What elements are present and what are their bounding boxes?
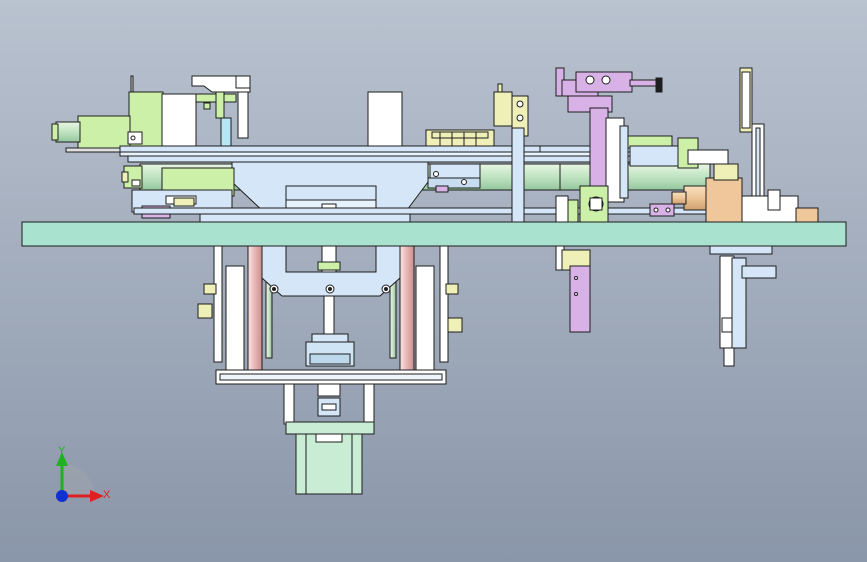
y-axis-label: Y <box>58 445 66 457</box>
assembly-drawing: Y X <box>0 0 867 562</box>
z-axis-dot <box>56 490 68 502</box>
x-axis-label: X <box>103 489 111 501</box>
base-plate <box>21 221 847 247</box>
center-top-block <box>367 91 403 149</box>
lift-mechanism <box>197 245 463 385</box>
cad-viewport[interactable]: Y X <box>0 0 867 562</box>
connector-block <box>425 129 495 149</box>
